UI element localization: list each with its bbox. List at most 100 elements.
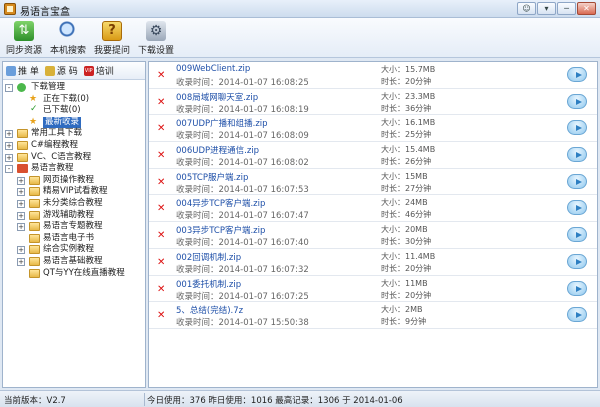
list-item[interactable]: ✕ 007UDP广播和组播.zip 收录时间：2014-01-07 16:08:09… [149, 115, 597, 143]
window-title: 易语言宝盒 [20, 7, 70, 18]
list-item[interactable]: ✕ 005TCP服户端.zip 收录时间：2014-01-07 16:07:53 大小… [149, 169, 597, 196]
list-item[interactable]: ✕ 5、总结(完结).7z 收录时间：2014-01-07 15:50:38 大小：2… [149, 302, 597, 329]
delete-icon[interactable]: ✕ [157, 284, 165, 295]
file-name[interactable]: 001委托机制.zip [176, 278, 241, 290]
download-settings-label: 下载设置 [137, 46, 174, 56]
close-button[interactable]: ✕ [577, 2, 596, 15]
skin-button[interactable]: ☺ [517, 2, 536, 15]
play-icon[interactable] [567, 280, 587, 296]
file-name[interactable]: 5、总结(完结).7z [176, 304, 243, 316]
local-search-button[interactable]: 本机搜索 [46, 20, 90, 56]
star-icon [29, 117, 40, 129]
delete-icon[interactable]: ✕ [157, 230, 165, 241]
tree-item[interactable]: 正在下载(0) [3, 94, 145, 106]
list-item[interactable]: ✕ 004异步TCP客户端.zip 收录时间：2014-01-07 16:07:47… [149, 195, 597, 223]
tree-item[interactable]: + 未分类综合教程 [3, 198, 145, 210]
collapse-icon[interactable]: - [5, 84, 13, 92]
delete-icon[interactable]: ✕ [157, 70, 165, 81]
tree-item-label: 未分类综合教程 [43, 197, 103, 208]
play-icon[interactable] [567, 227, 587, 243]
tab-recommend[interactable]: 推 单 [6, 64, 39, 77]
expand-icon[interactable]: + [5, 130, 13, 139]
list-item[interactable]: ✕ 002回调机制.zip 收录时间：2014-01-07 16:07:32 大小：1… [149, 249, 597, 276]
delete-icon[interactable]: ✕ [157, 257, 165, 268]
list-item[interactable]: ✕ 006UDP进程通信.zip 收录时间：2014-01-07 16:08:02 大… [149, 142, 597, 169]
delete-icon[interactable]: ✕ [157, 177, 165, 188]
thumb-up-icon [6, 65, 16, 76]
delete-icon[interactable]: ✕ [157, 203, 165, 214]
tree-item[interactable]: - 下载管理 [3, 82, 145, 94]
delete-icon[interactable]: ✕ [157, 150, 165, 161]
play-icon[interactable] [567, 147, 587, 163]
collapse-icon[interactable]: - [5, 165, 13, 174]
expand-icon[interactable]: + [5, 153, 13, 162]
duration: 时长：26分钟 [381, 157, 432, 167]
menu-button[interactable]: ▾ [537, 2, 556, 15]
tree-item[interactable]: - 易语言教程 [3, 163, 145, 175]
file-name[interactable]: 006UDP进程通信.zip [176, 144, 259, 156]
folder-icon [29, 268, 40, 278]
tree-item[interactable]: + 游戏辅助教程 [3, 210, 145, 222]
ask-question-button[interactable]: 我要提问 [90, 20, 134, 56]
tree-item[interactable]: 已下载(0) [3, 104, 145, 117]
play-icon[interactable] [567, 120, 587, 136]
expand-icon[interactable]: + [5, 141, 13, 150]
expand-icon[interactable]: + [17, 223, 25, 232]
tree-item[interactable]: 最新收录 [3, 116, 145, 129]
delete-icon[interactable]: ✕ [157, 123, 165, 134]
expand-icon[interactable]: + [17, 176, 25, 185]
play-icon[interactable] [567, 200, 587, 216]
play-icon[interactable] [567, 307, 587, 323]
tab-training[interactable]: VIP 培训 [83, 64, 114, 77]
file-size: 大小：20MB [381, 225, 428, 235]
file-name[interactable]: 002回调机制.zip [176, 251, 241, 263]
file-name[interactable]: 008局域网聊天室.zip [176, 91, 258, 103]
tree-item[interactable]: + VC、C语言教程 [3, 152, 145, 164]
tree-item[interactable]: + C#编程教程 [3, 140, 145, 152]
tree-item[interactable]: + 常用工具下载 [3, 128, 145, 140]
tree-item[interactable]: + 综合实例教程 [3, 244, 145, 256]
play-icon[interactable] [567, 253, 587, 269]
folder-icon [17, 129, 28, 139]
vip-icon: VIP [83, 65, 94, 76]
play-icon[interactable] [567, 67, 587, 82]
delete-icon[interactable]: ✕ [157, 310, 165, 321]
tree-item[interactable]: + 易语言基础教程 [3, 256, 145, 268]
sync-resources-button[interactable]: 同步资源 [2, 20, 46, 56]
usage-stats: 今日使用：376 昨日使用：1016 最高记录：1306 于 2014-01-0… [147, 396, 403, 406]
file-name[interactable]: 005TCP服户端.zip [176, 171, 248, 183]
file-name[interactable]: 003异步TCP客户端.zip [176, 224, 265, 236]
expand-icon[interactable]: + [17, 257, 25, 266]
delete-icon[interactable]: ✕ [157, 97, 165, 108]
tree-item[interactable]: 易语言电子书 [3, 233, 145, 245]
tab-source[interactable]: 源 码 [44, 64, 78, 77]
expand-icon[interactable]: + [17, 211, 25, 220]
file-name[interactable]: 004异步TCP客户端.zip [176, 197, 265, 209]
record-time: 收录时间：2014-01-07 16:08:02 [176, 158, 309, 169]
tree-item[interactable]: + 精易VIP试看教程 [3, 186, 145, 198]
list-item[interactable]: ✕ 009WebClient.zip 收录时间：2014-01-07 16:08:2… [149, 62, 597, 89]
minimize-button[interactable]: ─ [557, 2, 576, 15]
file-size: 大小：16.1MB [381, 118, 436, 128]
list-item[interactable]: ✕ 008局域网聊天室.zip 收录时间：2014-01-07 16:08:19 大小… [149, 89, 597, 116]
expand-icon[interactable]: + [17, 246, 25, 255]
tree-item[interactable]: QT与YY在线直播教程 [3, 268, 145, 280]
expand-icon[interactable]: + [17, 188, 25, 197]
duration: 时长：20分钟 [381, 263, 432, 273]
tab-source-label: 源 码 [56, 67, 78, 77]
play-icon[interactable] [567, 173, 587, 189]
play-icon[interactable] [567, 93, 587, 109]
tree-item[interactable]: + 易语言专题教程 [3, 221, 145, 233]
toolbar: 同步资源 本机搜索 我要提问 下载设置 [0, 18, 600, 58]
list-item[interactable]: ✕ 001委托机制.zip 收录时间：2014-01-07 16:07:25 大小：1… [149, 276, 597, 303]
title-bar: 易语言宝盒 ☺ ▾ ─ ✕ [0, 0, 600, 18]
download-settings-button[interactable]: 下载设置 [134, 20, 178, 56]
question-icon [102, 21, 122, 41]
tree-item[interactable]: + 网页操作教程 [3, 175, 145, 187]
list-item[interactable]: ✕ 003异步TCP客户端.zip 收录时间：2014-01-07 16:07:40… [149, 222, 597, 249]
file-size: 大小：15.4MB [381, 145, 436, 155]
expand-icon[interactable]: + [17, 199, 25, 208]
file-name[interactable]: 009WebClient.zip [176, 64, 250, 74]
file-name[interactable]: 007UDP广播和组播.zip [176, 117, 268, 129]
check-icon [29, 104, 40, 116]
